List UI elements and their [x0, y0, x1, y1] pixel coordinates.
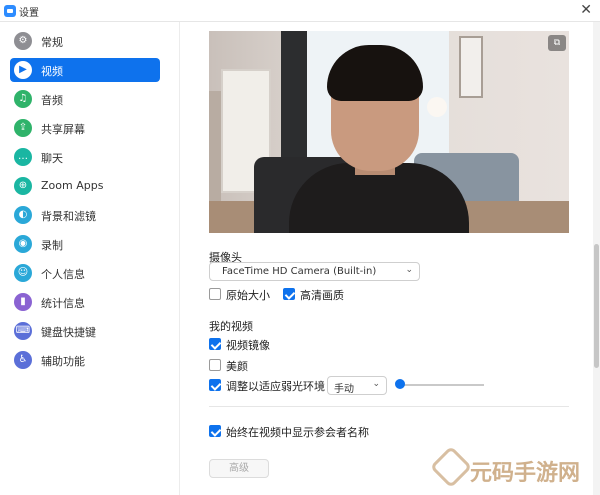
advanced-button[interactable]: 高级 [209, 459, 269, 478]
checkbox-box [283, 288, 295, 300]
camera-select-value: FaceTime HD Camera (Built-in) [222, 266, 377, 277]
sidebar-item-label: 共享屏幕 [41, 123, 85, 136]
sidebar-item-label: 常规 [41, 36, 63, 49]
chevron-down-icon: ⌄ [405, 265, 413, 275]
zoom-app-icon [4, 5, 16, 17]
sidebar-item-label: 音频 [41, 94, 63, 107]
sidebar-item-recording[interactable]: ◉ 录制 [10, 232, 160, 256]
checkbox-box [209, 425, 221, 437]
window-title: 设置 [19, 8, 39, 19]
sidebar-item-label: 背景和滤镜 [41, 210, 96, 223]
sidebar-item-accessibility[interactable]: ♿ 辅助功能 [10, 348, 160, 372]
scrollbar-thumb[interactable] [594, 244, 599, 368]
watermark-text: 元码手游网 [470, 461, 581, 486]
preview-shelf [209, 91, 221, 201]
sidebar-item-label: 统计信息 [41, 297, 85, 310]
sidebar-item-keyboard-shortcuts[interactable]: ⌨ 键盘快捷键 [10, 319, 160, 343]
checkbox-label: 调整以适应弱光环境 [226, 380, 325, 393]
checkbox-label: 视频镜像 [226, 339, 270, 352]
checkbox-box [209, 288, 221, 300]
rotate-camera-icon[interactable]: ⧉ [548, 35, 566, 51]
checkbox-box [209, 359, 221, 371]
sidebar-item-label: 录制 [41, 239, 63, 252]
sidebar-item-label: 聊天 [41, 152, 63, 165]
keyboard-icon: ⌨ [14, 322, 32, 340]
checkbox-label: 美颜 [226, 360, 248, 373]
share-screen-icon: ⇪ [14, 119, 32, 137]
statistics-icon: ▮ [14, 293, 32, 311]
checkbox-label: 始终在视频中显示参会者名称 [226, 426, 369, 439]
low-light-slider-handle[interactable] [395, 379, 405, 389]
checkbox-label: 高清画质 [300, 289, 344, 302]
gear-icon: ⚙ [14, 32, 32, 50]
sidebar-item-general[interactable]: ⚙ 常规 [10, 29, 160, 53]
low-light-slider-track[interactable] [402, 384, 484, 386]
profile-icon: ☺ [14, 264, 32, 282]
chat-icon: … [14, 148, 32, 166]
section-divider [209, 406, 569, 407]
checkbox-box [209, 338, 221, 350]
sidebar-item-label: 辅助功能 [41, 355, 85, 368]
video-settings-panel: ⧉ 摄像头 FaceTime HD Camera (Built-in) ⌄ 原始… [181, 22, 600, 495]
title-bar: 设置 ✕ [0, 0, 600, 22]
checkbox-label: 原始大小 [226, 289, 270, 302]
video-icon: ▶ [14, 61, 32, 79]
accessibility-icon: ♿ [14, 351, 32, 369]
background-icon: ◐ [14, 206, 32, 224]
sidebar-item-zoom-apps[interactable]: ⊕ Zoom Apps [10, 174, 160, 198]
preview-wall-art [459, 36, 483, 98]
sidebar-item-share-screen[interactable]: ⇪ 共享屏幕 [10, 116, 160, 140]
sidebar-item-audio[interactable]: ♫ 音频 [10, 87, 160, 111]
my-video-heading: 我的视频 [209, 320, 253, 333]
sidebar-item-label: Zoom Apps [41, 179, 104, 192]
sidebar-item-label: 视频 [41, 65, 63, 78]
sidebar: ⚙ 常规 ▶ 视频 ♫ 音频 ⇪ 共享屏幕 … 聊天 ⊕ Zoom Apps ◐… [0, 22, 180, 495]
camera-preview: ⧉ [209, 31, 569, 233]
sidebar-item-label: 个人信息 [41, 268, 85, 281]
apps-icon: ⊕ [14, 177, 32, 195]
camera-select[interactable]: FaceTime HD Camera (Built-in) ⌄ [209, 262, 420, 281]
sidebar-item-background[interactable]: ◐ 背景和滤镜 [10, 203, 160, 227]
low-light-mode-value: 手动 [334, 384, 354, 395]
sidebar-item-profile[interactable]: ☺ 个人信息 [10, 261, 160, 285]
headphones-icon: ♫ [14, 90, 32, 108]
preview-lamp [427, 97, 447, 117]
record-icon: ◉ [14, 235, 32, 253]
low-light-mode-select[interactable]: 手动 ⌄ [327, 376, 387, 395]
checkbox-box [209, 379, 221, 391]
sidebar-item-statistics[interactable]: ▮ 统计信息 [10, 290, 160, 314]
sidebar-item-label: 键盘快捷键 [41, 326, 96, 339]
chevron-down-icon: ⌄ [372, 379, 380, 389]
close-icon[interactable]: ✕ [580, 2, 592, 18]
sidebar-item-chat[interactable]: … 聊天 [10, 145, 160, 169]
sidebar-item-video[interactable]: ▶ 视频 [10, 58, 160, 82]
